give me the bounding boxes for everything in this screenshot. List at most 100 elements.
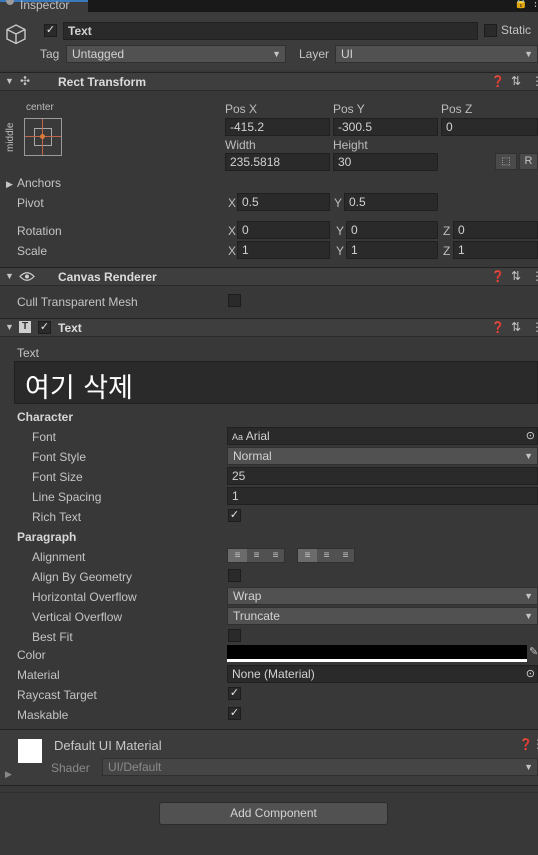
text-content: 여기 삭제 — [25, 373, 133, 404]
material-foldout-icon[interactable]: ▶ — [5, 769, 12, 780]
preset-icon[interactable]: ⇅ — [511, 320, 521, 334]
canvas-renderer-header[interactable]: ▼ Canvas Renderer ❓ ⇅ ⋮ — [0, 267, 538, 286]
object-name-input[interactable]: Text — [63, 22, 478, 40]
layer-dropdown[interactable]: UI ▼ — [335, 45, 538, 63]
object-picker-icon[interactable]: ⊙ — [526, 666, 535, 682]
rot-x-letter: X — [228, 224, 237, 238]
scale-z-input[interactable]: 1 — [453, 241, 538, 259]
rot-z-letter: Z — [443, 224, 451, 238]
text-enabled-checkbox[interactable]: ✓ — [38, 321, 51, 334]
help-icon[interactable]: ❓ — [519, 738, 533, 751]
component-menu-icon[interactable]: ⋮ — [531, 320, 538, 334]
separator — [0, 792, 538, 793]
add-component-button[interactable]: Add Component — [159, 802, 388, 825]
eyedropper-icon[interactable]: ✎ — [529, 645, 538, 658]
lock-icon[interactable]: 🔒 — [514, 0, 528, 9]
anchors-label: Anchors — [17, 176, 62, 190]
posz-input[interactable]: 0 — [441, 118, 538, 136]
scale-x-input[interactable]: 1 — [237, 241, 330, 259]
text-component-icon: T — [19, 321, 31, 333]
blueprint-mode-button[interactable]: ⬚ — [495, 153, 517, 170]
foldout-arrow-icon[interactable]: ▼ — [5, 271, 14, 281]
rect-transform-header[interactable]: ▼ ✣ Rect Transform ❓ ⇅ ⋮ — [0, 72, 538, 91]
tag-value: Untagged — [72, 47, 125, 61]
help-icon[interactable]: ❓ — [491, 75, 505, 88]
font-size-label: Font Size — [32, 470, 83, 484]
scale-y-input[interactable]: 1 — [346, 241, 438, 259]
pivot-y-input[interactable]: 0.5 — [344, 193, 438, 211]
anchors-foldout-icon[interactable]: ▶ — [6, 179, 13, 190]
font-size-input[interactable]: 25 — [227, 467, 538, 485]
pivot-label: Pivot — [17, 196, 44, 210]
tab-inspector-label: Inspector — [20, 0, 70, 12]
tab-menu-icon[interactable]: ⋮ — [530, 0, 538, 9]
help-icon[interactable]: ❓ — [491, 321, 505, 334]
rect-transform-icon: ✣ — [20, 74, 31, 88]
rot-z-input[interactable]: 0 — [453, 221, 538, 239]
cube-icon — [6, 24, 26, 45]
canvas-renderer-title: Canvas Renderer — [58, 270, 157, 284]
align-geometry-checkbox[interactable] — [228, 569, 241, 582]
chevron-down-icon: ▼ — [272, 49, 281, 59]
rich-text-checkbox[interactable]: ✓ — [228, 509, 241, 522]
align-bottom-icon[interactable]: ≡ — [336, 549, 355, 562]
pivot-x-input[interactable]: 0.5 — [237, 193, 330, 211]
vertical-overflow-dropdown[interactable]: Truncate ▼ — [227, 607, 538, 625]
material-preview-swatch — [18, 739, 42, 763]
posy-input[interactable]: -300.5 — [333, 118, 438, 136]
align-center-icon[interactable]: ≡ — [247, 549, 266, 562]
foldout-arrow-icon[interactable]: ▼ — [5, 322, 14, 332]
align-middle-icon[interactable]: ≡ — [317, 549, 336, 562]
preset-icon[interactable]: ⇅ — [511, 269, 521, 283]
character-section-label: Character — [17, 410, 74, 424]
cull-transparent-checkbox[interactable] — [228, 294, 241, 307]
pivot-dot — [40, 134, 45, 139]
foldout-arrow-icon[interactable]: ▼ — [5, 76, 14, 86]
font-field[interactable]: Aa Arial ⊙ — [227, 427, 538, 445]
font-style-label: Font Style — [32, 450, 87, 464]
pivot-y-letter: Y — [334, 196, 343, 210]
text-content-area[interactable]: 여기 삭제 — [14, 361, 538, 404]
component-menu-icon[interactable]: ⋮ — [532, 737, 538, 751]
shader-dropdown[interactable]: UI/Default ▼ — [102, 758, 538, 776]
anchor-v-label: middle — [5, 122, 16, 152]
component-menu-icon[interactable]: ⋮ — [531, 74, 538, 88]
align-left-icon[interactable]: ≡ — [228, 549, 247, 562]
text-component-title: Text — [58, 321, 82, 335]
align-right-icon[interactable]: ≡ — [266, 549, 285, 562]
chevron-down-icon: ▼ — [524, 591, 533, 601]
horizontal-overflow-dropdown[interactable]: Wrap ▼ — [227, 587, 538, 605]
help-icon[interactable]: ❓ — [491, 270, 505, 283]
tag-label: Tag — [40, 47, 60, 61]
height-label: Height — [333, 138, 368, 152]
text-component-header[interactable]: ▼ T ✓ Text ❓ ⇅ ⋮ — [0, 318, 538, 337]
font-style-dropdown[interactable]: Normal ▼ — [227, 447, 538, 465]
rot-y-letter: Y — [336, 224, 345, 238]
preset-icon[interactable]: ⇅ — [511, 74, 521, 88]
layer-value: UI — [341, 47, 353, 61]
anchor-presets-button[interactable] — [24, 118, 62, 156]
chevron-down-icon: ▼ — [524, 451, 533, 461]
color-swatch[interactable] — [227, 645, 527, 662]
maskable-checkbox[interactable]: ✓ — [228, 707, 241, 720]
posx-input[interactable]: -415.2 — [225, 118, 330, 136]
width-input[interactable]: 235.5818 — [225, 153, 330, 171]
active-checkbox[interactable]: ✓ — [44, 24, 57, 37]
align-top-icon[interactable]: ≡ — [298, 549, 317, 562]
height-input[interactable]: 30 — [333, 153, 438, 171]
static-checkbox[interactable] — [484, 24, 497, 37]
tag-dropdown[interactable]: Untagged ▼ — [66, 45, 286, 63]
component-menu-icon[interactable]: ⋮ — [531, 269, 538, 283]
alignment-label: Alignment — [32, 550, 86, 564]
posx-label: Pos X — [225, 102, 258, 116]
rot-x-input[interactable]: 0 — [237, 221, 330, 239]
object-picker-icon[interactable]: ⊙ — [526, 428, 535, 444]
raw-edit-button[interactable]: R — [519, 153, 538, 170]
rot-y-input[interactable]: 0 — [346, 221, 438, 239]
horizontal-alignment-group: ≡ ≡ ≡ — [227, 548, 285, 563]
best-fit-checkbox[interactable] — [228, 629, 241, 642]
paragraph-section-label: Paragraph — [17, 530, 77, 544]
raycast-checkbox[interactable]: ✓ — [228, 687, 241, 700]
line-spacing-input[interactable]: 1 — [227, 487, 538, 505]
material-field[interactable]: None (Material) ⊙ — [227, 665, 538, 683]
